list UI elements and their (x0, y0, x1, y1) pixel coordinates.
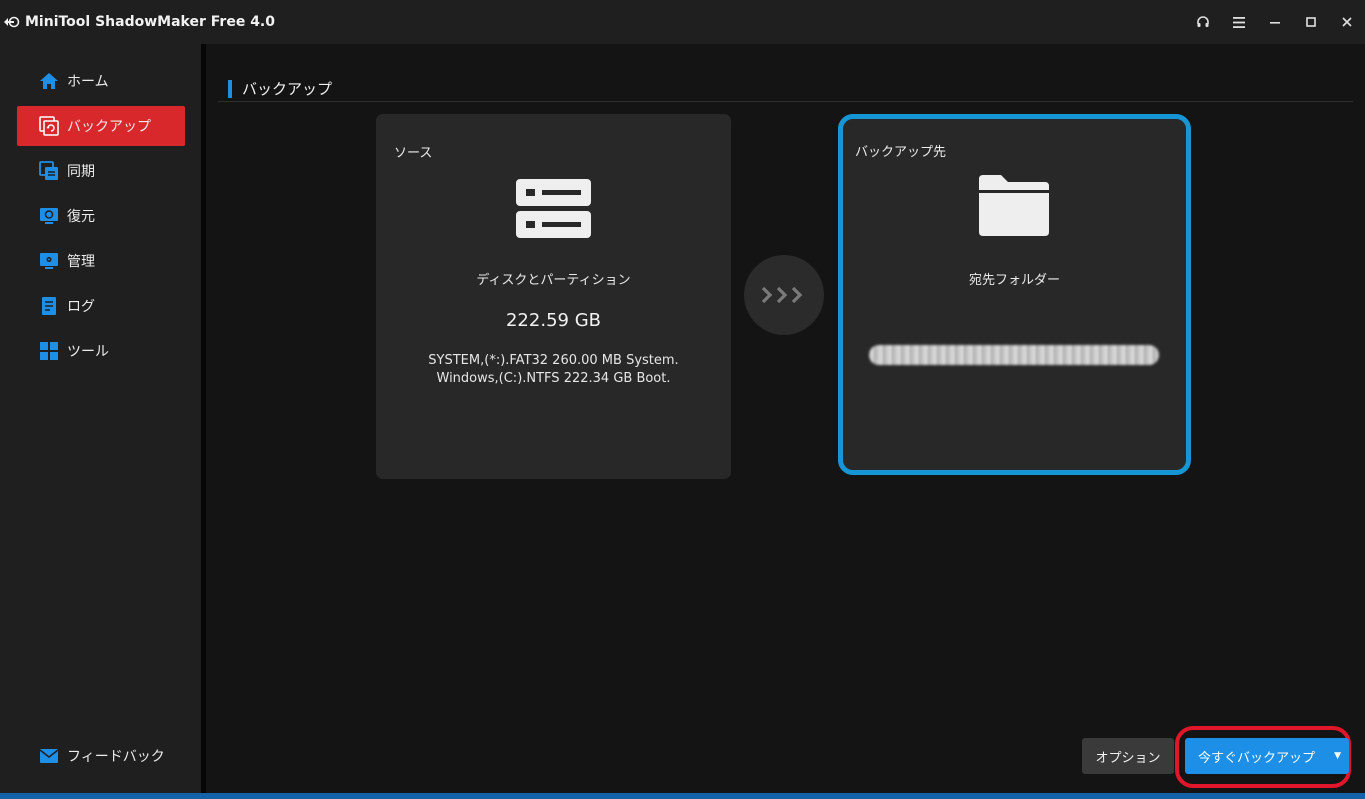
source-detail-line: Windows,(C:).NTFS 222.34 GB Boot. (436, 371, 671, 386)
sidebar-item-sync[interactable]: 同期 (17, 151, 185, 191)
sidebar: ホーム バックアップ 同期 復元 管理 ログ ツール フィードバック (0, 44, 201, 793)
source-card[interactable]: ソース ディスクとパーティション 222.59 GB SYSTEM,(*:).F… (376, 114, 731, 479)
sidebar-item-backup[interactable]: バックアップ (17, 106, 185, 146)
app-logo-icon (2, 13, 20, 31)
folder-icon (977, 175, 1051, 241)
main-panel: バックアップ ソース ディスクとパーティション 222.59 GB SYSTEM… (206, 44, 1365, 793)
sidebar-item-home[interactable]: ホーム (17, 61, 185, 101)
sidebar-item-restore[interactable]: 復元 (17, 196, 185, 236)
redacted-path (869, 345, 1159, 365)
arrow-indicator (744, 255, 824, 335)
sidebar-item-label: 復元 (67, 209, 95, 225)
dropdown-caret-icon[interactable]: ▼ (1334, 738, 1341, 774)
title-bar: MiniTool ShadowMaker Free 4.0 (0, 0, 1365, 44)
sidebar-item-label: 管理 (67, 254, 95, 270)
sidebar-item-feedback[interactable]: フィードバック (17, 736, 185, 776)
tools-icon (38, 340, 60, 362)
sidebar-item-label: ログ (67, 299, 95, 315)
bottom-accent-bar (0, 793, 1365, 799)
sidebar-item-label: ツール (67, 344, 109, 360)
destination-title: 宛先フォルダー (968, 273, 1060, 288)
source-label: ソース (394, 146, 433, 161)
minimize-icon[interactable] (1257, 0, 1293, 44)
headset-icon[interactable] (1185, 0, 1221, 44)
manage-icon (38, 250, 60, 272)
disk-icon (516, 178, 591, 244)
options-button[interactable]: オプション (1082, 738, 1174, 774)
destination-label: バックアップ先 (855, 145, 947, 160)
sync-icon (38, 160, 60, 182)
app-title: MiniTool ShadowMaker Free 4.0 (25, 14, 275, 30)
sidebar-item-label: ホーム (67, 74, 109, 90)
destination-card[interactable]: バックアップ先 宛先フォルダー (838, 114, 1191, 475)
backup-now-button[interactable]: 今すぐバックアップ ▼ (1185, 738, 1349, 774)
backup-now-label: 今すぐバックアップ (1198, 750, 1316, 766)
restore-icon (38, 205, 60, 227)
feedback-label: フィードバック (67, 749, 165, 765)
hamburger-menu-icon[interactable] (1221, 0, 1257, 44)
log-icon (38, 295, 60, 317)
backup-icon (38, 115, 60, 137)
sidebar-item-manage[interactable]: 管理 (17, 241, 185, 281)
sidebar-item-label: 同期 (67, 164, 95, 180)
title-accent-bar (228, 80, 232, 98)
page-title: バックアップ (242, 80, 333, 98)
title-divider (218, 101, 1353, 102)
source-detail: SYSTEM,(*:).FAT32 260.00 MB System. Wind… (376, 352, 731, 388)
source-title: ディスクとパーティション (476, 273, 631, 288)
app-window: MiniTool ShadowMaker Free 4.0 ホーム バックアップ… (0, 0, 1365, 799)
sidebar-item-label: バックアップ (67, 119, 151, 135)
window-controls (1185, 0, 1365, 44)
home-icon (38, 70, 60, 92)
source-detail-line: SYSTEM,(*:).FAT32 260.00 MB System. (428, 353, 679, 368)
triple-chevron-right-icon (761, 286, 803, 304)
sidebar-item-log[interactable]: ログ (17, 286, 185, 326)
close-icon[interactable] (1329, 0, 1365, 44)
mail-icon (38, 745, 60, 767)
maximize-icon[interactable] (1293, 0, 1329, 44)
sidebar-item-tools[interactable]: ツール (17, 331, 185, 371)
source-size: 222.59 GB (505, 310, 601, 331)
